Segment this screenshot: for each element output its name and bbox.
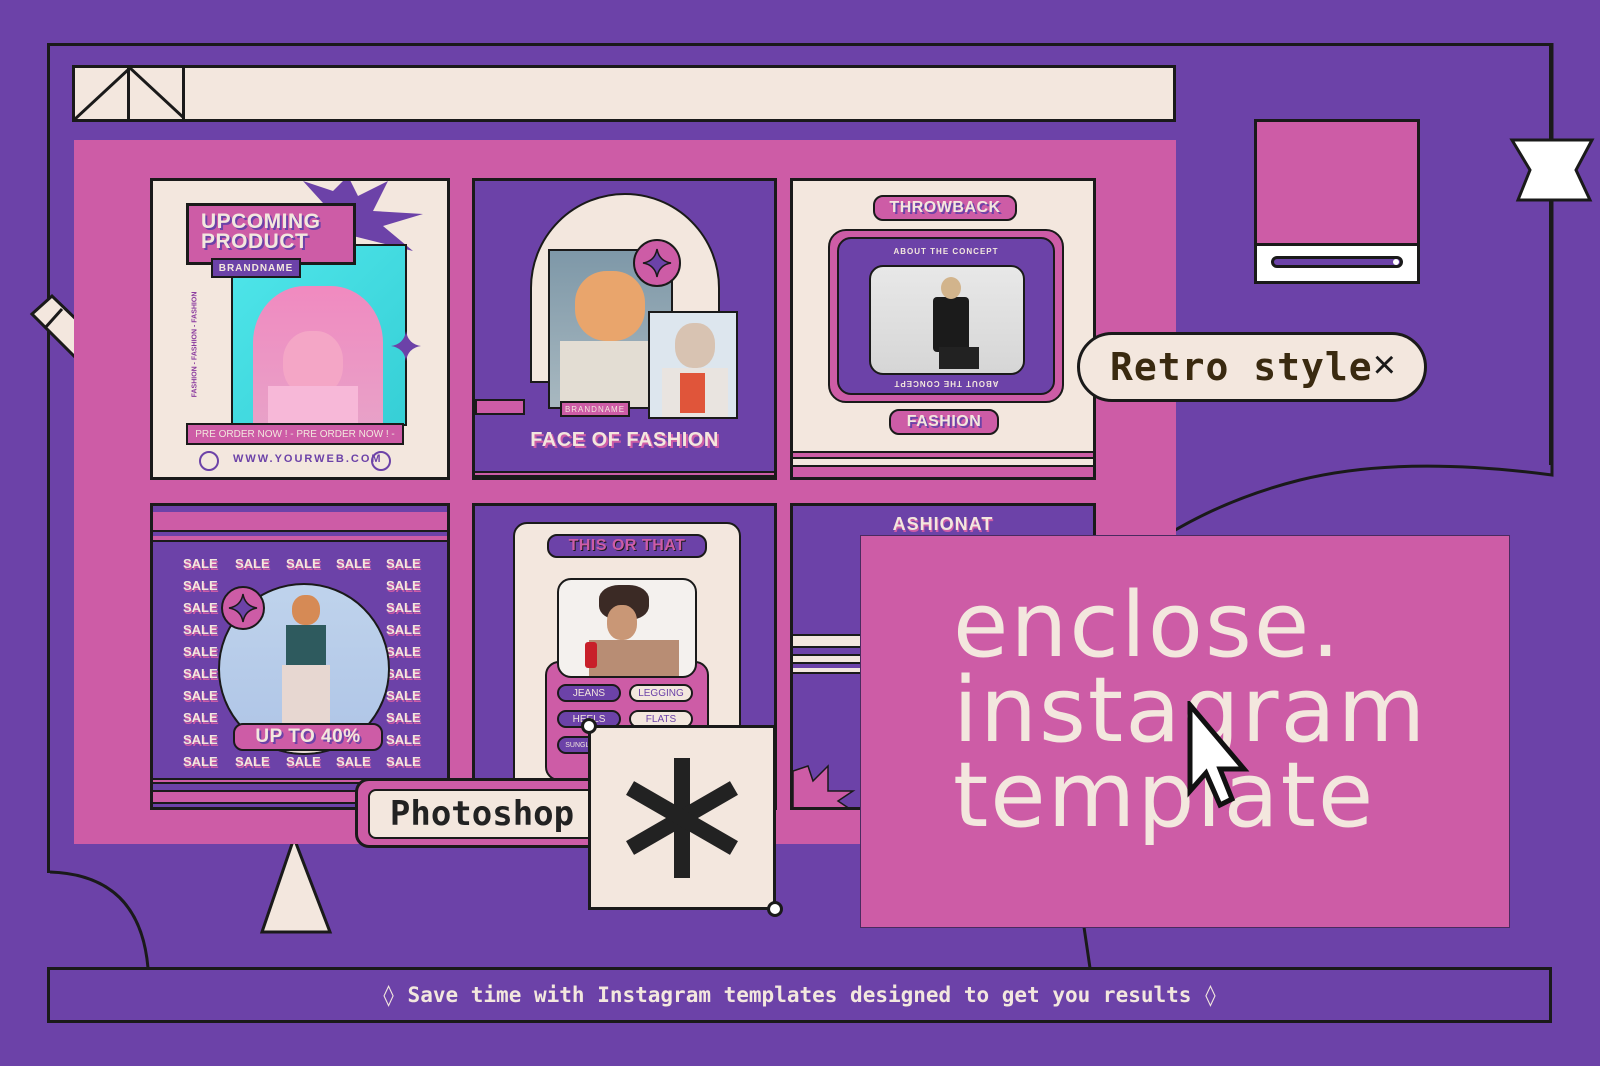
option-legging[interactable]: LEGGING: [629, 684, 693, 702]
card-face-of-fashion[interactable]: BRANDNAME FACE OF FASHION: [472, 178, 777, 480]
title-bar: [72, 65, 1176, 122]
sale-word: SALE: [183, 600, 218, 615]
sale-word: SALE: [386, 622, 421, 637]
fashionista-arc-text: ASHIONAT: [892, 514, 994, 534]
fashion-label: FASHION: [889, 409, 999, 435]
sale-word: SALE: [286, 556, 321, 571]
sale-word: SALE: [183, 644, 218, 659]
sale-word: SALE: [336, 556, 371, 571]
retro-style-tag[interactable]: Retro style ×: [1077, 332, 1427, 402]
upcoming-title-box: UPCOMING PRODUCT: [186, 203, 356, 265]
sparkle-badge: [633, 239, 681, 287]
sale-word: SALE: [386, 578, 421, 593]
sale-word: SALE: [183, 622, 218, 637]
sale-word: SALE: [235, 556, 270, 571]
upcoming-title-line2: PRODUCT: [201, 230, 309, 253]
sale-word: SALE: [183, 578, 218, 593]
face-of-fashion-title: FACE OF FASHION: [530, 429, 719, 451]
concept-photo: [869, 265, 1025, 375]
sale-word: SALE: [183, 556, 218, 571]
color-swatch-widget: [1254, 119, 1420, 284]
sale-word: SALE: [235, 754, 270, 769]
swatch-slider-track-area: [1257, 243, 1417, 281]
tv-frame: ABOUT THE CONCEPT ABOUT THE CONCEPT: [828, 229, 1064, 403]
caption-top: ABOUT THE CONCEPT: [893, 247, 999, 256]
sale-word: SALE: [386, 666, 421, 681]
sale-word: SALE: [386, 732, 421, 747]
photoshop-label: Photoshop: [368, 789, 596, 839]
sale-word: SALE: [183, 732, 218, 747]
swatch-slider-handle[interactable]: [1393, 259, 1399, 265]
starburst-icon: [793, 764, 856, 807]
hero-title-card: enclose. instagram template: [860, 535, 1510, 928]
mouse-cursor-icon: [1187, 701, 1250, 809]
photoshop-tag[interactable]: Photoshop: [355, 778, 611, 848]
upcoming-title-line1: UPCOMING: [201, 210, 321, 233]
asterisk-icon: [626, 757, 738, 878]
stripe: [793, 451, 1093, 459]
resize-handle-top-left[interactable]: [581, 718, 597, 734]
hero-line-3: template: [953, 743, 1376, 848]
sparkle-icon: [391, 331, 421, 361]
smiley-icon-right: [371, 451, 391, 471]
sale-word: SALE: [183, 666, 218, 681]
caption-bottom: ABOUT THE CONCEPT: [893, 379, 999, 388]
close-icon[interactable]: ×: [1373, 343, 1396, 388]
stripe: [793, 465, 1093, 477]
card-upcoming-product[interactable]: UPCOMING PRODUCT BRANDNAME FASHION - FAS…: [150, 178, 450, 480]
footer-tagline: ◊ Save time with Instagram templates des…: [382, 983, 1217, 1007]
option-jeans[interactable]: JEANS: [557, 684, 621, 702]
sale-word: SALE: [183, 688, 218, 703]
triangle-icon: [259, 833, 333, 934]
sparkle-badge: [221, 586, 265, 630]
ribbon-marker-icon: [1509, 138, 1595, 202]
this-or-that-title: THIS OR THAT: [547, 534, 707, 558]
sale-word: SALE: [386, 710, 421, 725]
throwback-title: THROWBACK: [873, 195, 1017, 221]
resize-handle-bottom-right[interactable]: [767, 901, 783, 917]
sale-word: SALE: [286, 754, 321, 769]
sale-word: SALE: [386, 644, 421, 659]
side-text: FASHION - FASHION - FASHION: [191, 291, 199, 398]
card-sale[interactable]: SALE SALE SALE SALE SALE SALE SALE SALE SALE SALE…: [150, 503, 450, 810]
brand-label: BRANDNAME: [211, 258, 301, 278]
preorder-banner: PRE ORDER NOW ! - PRE ORDER NOW ! -: [186, 423, 404, 445]
brand-label: BRANDNAME: [560, 401, 630, 417]
sale-word: SALE: [386, 600, 421, 615]
sale-word: SALE: [386, 688, 421, 703]
discount-badge: UP TO 40%: [233, 723, 383, 751]
footer-bar: ◊ Save time with Instagram templates des…: [47, 967, 1552, 1023]
model-photo-2: [648, 311, 738, 419]
website-link[interactable]: WWW.YOURWEB.COM: [233, 453, 381, 465]
title-bar-icon-left: [73, 66, 132, 121]
asterisk-box[interactable]: [581, 718, 783, 917]
smiley-icon-left: [199, 451, 219, 471]
model-photo: [557, 578, 697, 678]
sale-word: SALE: [183, 754, 218, 769]
sale-word: SALE: [386, 754, 421, 769]
swatch-slider[interactable]: [1271, 256, 1403, 268]
stripe: [475, 471, 774, 477]
sale-word: SALE: [386, 556, 421, 571]
sale-word: SALE: [336, 754, 371, 769]
card-throwback[interactable]: THROWBACK ABOUT THE CONCEPT ABOUT THE CO…: [790, 178, 1096, 480]
accent-bar: [475, 399, 525, 415]
sale-word: SALE: [183, 710, 218, 725]
retro-style-label: Retro style: [1110, 345, 1373, 389]
title-bar-icon-right: [128, 66, 187, 121]
